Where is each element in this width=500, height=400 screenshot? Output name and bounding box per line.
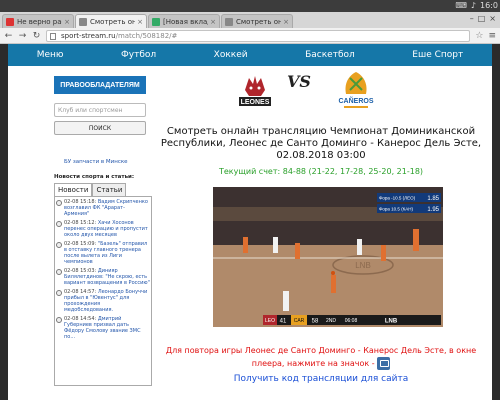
close-icon[interactable]: × (137, 18, 143, 26)
back-icon[interactable]: ← (4, 31, 13, 41)
replay-instructions: Для повтора игры Леонес де Санто Доминго… (150, 344, 492, 370)
svg-text:1.85: 1.85 (427, 196, 439, 202)
svg-text:58: 58 (312, 319, 319, 325)
nav-item-football[interactable]: Футбол (121, 50, 156, 60)
forward-icon[interactable]: → (18, 31, 27, 41)
svg-text:CAR: CAR (294, 318, 305, 324)
maximize-icon[interactable]: □ (478, 14, 486, 23)
caneros-logo: CAÑEROS (338, 72, 374, 108)
keyboard-icon[interactable]: ⌨ (455, 1, 467, 10)
list-item[interactable]: 02-08 15:18: Вадим Скрипченко возглавил … (56, 199, 150, 217)
soccer-ball-icon (56, 317, 62, 323)
get-embed-code-link[interactable]: Получить код трансляции для сайта (150, 374, 492, 384)
vs-mark: VS (287, 72, 311, 91)
address-bar[interactable]: sport-stream.ru/match/508182/# (46, 29, 471, 42)
tab-label: Смотреть онла (236, 17, 281, 26)
tab-favicon-icon (6, 17, 14, 26)
svg-text:LNB: LNB (385, 319, 398, 325)
window-controls: – □ × (470, 14, 496, 23)
rights-holders-banner[interactable]: ПРАВООБЛАДАТЕЛЯМ (54, 76, 146, 94)
close-icon[interactable]: × (210, 18, 216, 26)
leones-logo: LEONES (239, 76, 271, 106)
video-player[interactable]: LNB Фора -10.5 (ЛЕО) 1.85 Фора 10.5 (КАН… (213, 187, 443, 327)
svg-text:Фора 10.5 (КАН): Фора 10.5 (КАН) (379, 207, 414, 212)
svg-text:Фора -10.5 (ЛЕО): Фора -10.5 (ЛЕО) (379, 196, 416, 201)
browser-menu-icon[interactable]: ≡ (488, 31, 496, 41)
nav-item-more-sport[interactable]: Еше Спорт (412, 50, 463, 60)
url-host: sport-stream.ru (61, 31, 116, 40)
bookmark-star-icon[interactable]: ☆ (475, 31, 483, 41)
tab-articles[interactable]: Статьи (92, 183, 127, 197)
spare-parts-link[interactable]: БУ запчасти в Минске (54, 159, 150, 165)
site-nav: Меню Футбол Хоккей Баскетбол Еше Спорт (8, 44, 492, 66)
browser-tab[interactable]: Не верно рассчит × (2, 14, 74, 28)
minimize-icon[interactable]: – (470, 14, 474, 23)
svg-text:2ND: 2ND (326, 318, 336, 324)
scorebug: LEO 41 CAR 58 2ND 06:08 LNB (263, 315, 441, 325)
list-item[interactable]: 02-08 15:09: "Базель" отправил в отставк… (56, 241, 150, 265)
replay-text: Для повтора игры Леонес де Санто Доминго… (165, 346, 477, 368)
tab-news[interactable]: Новости (54, 183, 93, 197)
nav-item-hockey[interactable]: Хоккей (214, 50, 248, 60)
teams-header: LEONES VS CAÑEROS (150, 66, 492, 124)
tab-label: Не верно рассчит (17, 17, 62, 26)
sidebar: ПРАВООБЛАДАТЕЛЯМ Клуб или спортсмен ПОИС… (8, 66, 152, 386)
soccer-ball-icon (56, 290, 62, 296)
current-score: Текущий счет: 84-88 (21-22, 17-28, 25-20… (218, 167, 424, 176)
tab-favicon-icon (225, 17, 233, 26)
soccer-ball-icon (56, 200, 62, 206)
clock[interactable]: 16:0 (480, 1, 498, 10)
replay-section: Для повтора игры Леонес де Санто Доминго… (150, 344, 492, 384)
replay-icon[interactable] (377, 357, 391, 370)
nav-item-basketball[interactable]: Баскетбол (305, 50, 355, 60)
svg-text:CAÑEROS: CAÑEROS (338, 96, 373, 105)
browser-tab[interactable]: [Новая вкладка - × (148, 14, 220, 28)
browser-tab-active[interactable]: Смотреть онлай × (75, 14, 147, 28)
tab-favicon-icon (152, 17, 160, 26)
svg-text:LEONES: LEONES (241, 99, 270, 106)
volume-icon[interactable]: ♪ (471, 1, 476, 10)
reload-icon[interactable]: ↻ (32, 31, 41, 41)
close-icon[interactable]: × (64, 18, 70, 26)
browser-tab[interactable]: Смотреть онла × (221, 14, 293, 28)
svg-text:LEO: LEO (265, 318, 275, 324)
nav-item-menu[interactable]: Меню (37, 50, 64, 60)
soccer-ball-icon (56, 269, 62, 275)
video-frame[interactable]: LNB Фора -10.5 (ЛЕО) 1.85 Фора 10.5 (КАН… (213, 187, 443, 327)
address-bar-row: ← → ↻ sport-stream.ru/match/508182/# ☆ ≡ (0, 28, 500, 44)
news-tabs: Новости Статьи (54, 183, 150, 197)
svg-text:06:08: 06:08 (345, 318, 358, 324)
page-title: Смотреть онлайн трансляцию Чемпионат Дом… (160, 126, 482, 161)
list-item[interactable]: 02-08 14:54: Дмитрий Губерниев призвал д… (56, 316, 150, 340)
svg-text:1.95: 1.95 (427, 207, 439, 213)
tab-label: Смотреть онлай (90, 17, 135, 26)
list-item[interactable]: 02-08 15:12: Хачи Хосонов перенес операц… (56, 220, 150, 238)
url-path: /match/508182/# (115, 31, 178, 40)
news-heading: Новости спорта и статьи: (54, 174, 135, 180)
os-top-panel: ⌨ ♪ 16:0 (0, 0, 500, 12)
tab-favicon-icon (79, 17, 87, 26)
news-list: 02-08 15:18: Вадим Скрипченко возглавил … (54, 196, 152, 386)
tab-label: [Новая вкладка - (163, 17, 208, 26)
search-button[interactable]: ПОИСК (54, 121, 146, 135)
page-info-icon[interactable] (50, 32, 56, 40)
search-input[interactable]: Клуб или спортсмен (54, 103, 146, 117)
close-window-icon[interactable]: × (489, 14, 496, 23)
soccer-ball-icon (56, 221, 62, 227)
svg-text:LNB: LNB (355, 261, 371, 270)
browser-tab-strip: Не верно рассчит × Смотреть онлай × [Нов… (0, 12, 500, 28)
svg-text:41: 41 (280, 319, 287, 325)
list-item[interactable]: 02-08 15:03: Динияр Билялетдинов: "Не ск… (56, 268, 150, 286)
close-icon[interactable]: × (283, 18, 289, 26)
os-tray: ⌨ ♪ 16:0 (455, 1, 498, 10)
soccer-ball-icon (56, 242, 62, 248)
list-item[interactable]: 02-08 14:57: Леонардо Бонуччи прибыл в "… (56, 289, 150, 313)
web-page: Меню Футбол Хоккей Баскетбол Еше Спорт П… (8, 44, 492, 400)
